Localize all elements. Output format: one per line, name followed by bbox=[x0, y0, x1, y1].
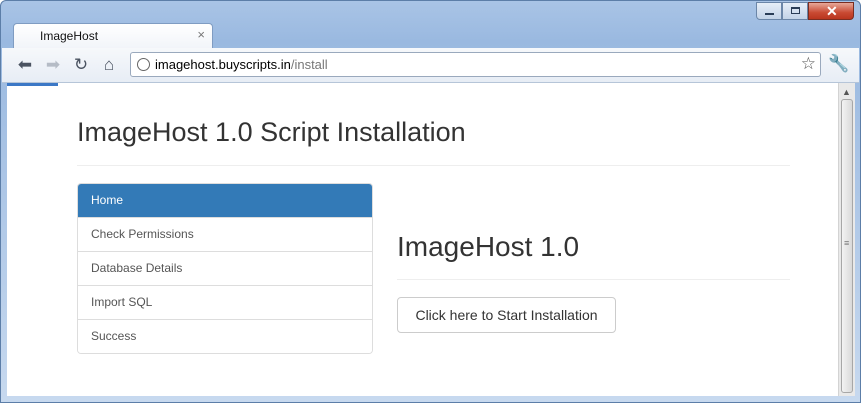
maximize-icon bbox=[791, 7, 800, 14]
browser-window: ✕ ImageHost × ⬅ ➡ ↻ ⌂ imagehost.buyscrip… bbox=[0, 0, 861, 403]
loading-indicator bbox=[7, 83, 58, 86]
vertical-scrollbar[interactable]: ▲ ≡ bbox=[838, 83, 855, 396]
scroll-thumb[interactable]: ≡ bbox=[841, 99, 853, 393]
maximize-button[interactable] bbox=[782, 2, 808, 20]
forward-arrow-icon[interactable]: ➡ bbox=[43, 55, 63, 75]
content-divider bbox=[397, 279, 790, 280]
close-window-button[interactable]: ✕ bbox=[808, 2, 854, 20]
title-divider bbox=[77, 165, 790, 166]
content-title: ImageHost 1.0 bbox=[397, 231, 580, 262]
install-steps-menu: Home Check Permissions Database Details … bbox=[77, 183, 373, 354]
minimize-icon bbox=[765, 13, 774, 15]
page-title: ImageHost 1.0 Script Installation bbox=[77, 117, 466, 147]
menu-item-database-details[interactable]: Database Details bbox=[78, 251, 372, 285]
minimize-button[interactable] bbox=[756, 2, 782, 20]
window-controls: ✕ bbox=[756, 2, 854, 20]
close-icon: ✕ bbox=[826, 3, 838, 19]
tab-imagehost[interactable]: ImageHost × bbox=[13, 23, 213, 49]
wrench-icon[interactable]: 🔧 bbox=[828, 54, 849, 74]
grip-icon: ≡ bbox=[844, 238, 850, 248]
reload-icon[interactable]: ↻ bbox=[71, 55, 91, 75]
globe-icon bbox=[137, 58, 150, 71]
address-bar[interactable]: imagehost.buyscripts.in/install ☆ bbox=[130, 52, 821, 77]
back-arrow-icon[interactable]: ⬅ bbox=[15, 55, 35, 75]
scroll-up-icon[interactable]: ▲ bbox=[842, 87, 851, 97]
page-viewport: ImageHost 1.0 Script Installation Home C… bbox=[7, 83, 855, 396]
browser-toolbar: ⬅ ➡ ↻ ⌂ imagehost.buyscripts.in/install … bbox=[2, 48, 859, 83]
url-text: imagehost.buyscripts.in/install bbox=[155, 57, 328, 72]
url-path: /install bbox=[290, 57, 328, 72]
menu-item-check-permissions[interactable]: Check Permissions bbox=[78, 217, 372, 251]
tab-title: ImageHost bbox=[40, 29, 99, 43]
bookmark-star-icon[interactable]: ☆ bbox=[801, 54, 816, 74]
menu-item-home[interactable]: Home bbox=[78, 184, 372, 217]
home-icon[interactable]: ⌂ bbox=[99, 55, 119, 75]
menu-item-success[interactable]: Success bbox=[78, 319, 372, 353]
menu-item-import-sql[interactable]: Import SQL bbox=[78, 285, 372, 319]
start-installation-button[interactable]: Click here to Start Installation bbox=[397, 297, 616, 333]
tab-close-icon[interactable]: × bbox=[197, 27, 205, 42]
url-host: imagehost.buyscripts.in bbox=[155, 57, 291, 72]
